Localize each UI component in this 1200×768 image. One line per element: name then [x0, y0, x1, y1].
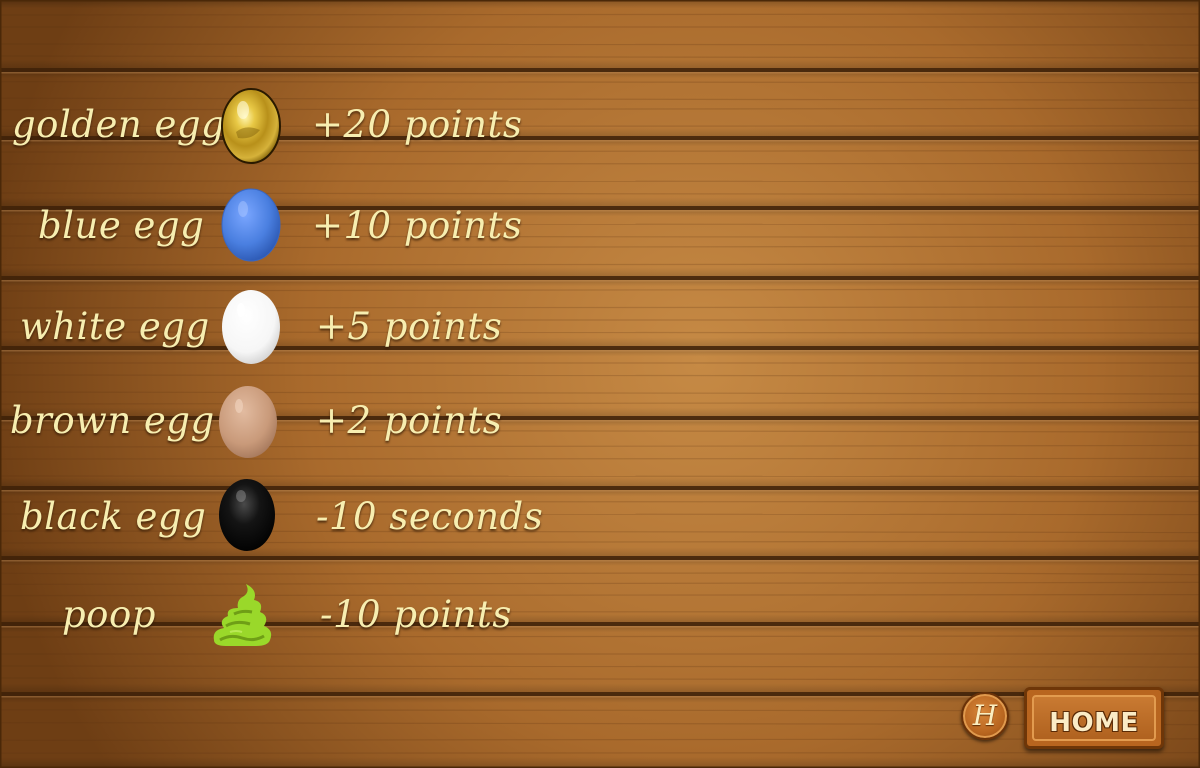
golden-egg-icon — [221, 88, 281, 164]
home-label: HOME — [1049, 708, 1139, 738]
item-value: +5 points — [316, 305, 503, 348]
item-label: poop — [62, 593, 156, 636]
legend-row-black-egg: black egg -10 seconds — [0, 472, 720, 562]
legend-row-white-egg: white egg +5 points — [0, 282, 720, 372]
help-label: H — [972, 699, 998, 732]
home-button[interactable]: HOME — [1024, 687, 1164, 749]
white-egg-icon — [222, 290, 280, 364]
legend-row-brown-egg: brown egg +2 points — [0, 376, 720, 466]
item-label: golden egg — [12, 103, 226, 146]
item-value: -10 seconds — [316, 495, 544, 538]
item-value: -10 points — [320, 593, 512, 636]
help-button[interactable]: H — [961, 692, 1009, 740]
item-value: +2 points — [316, 399, 503, 442]
item-label: blue egg — [38, 204, 205, 247]
home-button-face: HOME — [1032, 695, 1156, 741]
item-value: +10 points — [312, 204, 523, 247]
legend-row-poop: poop -10 points — [0, 570, 720, 660]
poop-icon — [213, 584, 272, 646]
game-screen: golden egg +20 points blue egg +10 point… — [0, 0, 1200, 768]
blue-egg-icon — [221, 188, 281, 262]
item-value: +20 points — [312, 103, 523, 146]
item-label: white egg — [20, 305, 210, 348]
item-label: black egg — [20, 495, 207, 538]
black-egg-icon — [219, 479, 275, 551]
legend-row-golden-egg: golden egg +20 points — [0, 80, 720, 170]
legend-row-blue-egg: blue egg +10 points — [0, 181, 720, 271]
brown-egg-icon — [219, 386, 277, 458]
item-label: brown egg — [10, 399, 215, 442]
